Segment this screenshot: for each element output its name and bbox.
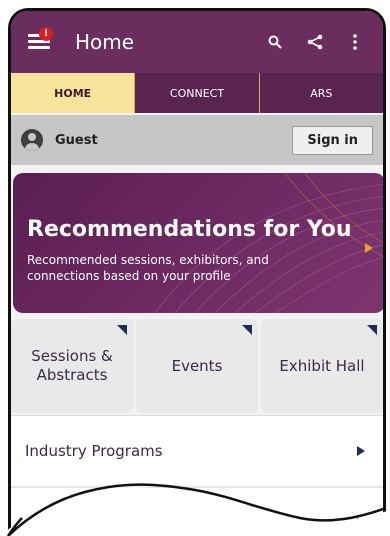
chevron-right-icon (365, 243, 373, 253)
sign-in-button[interactable]: Sign in (292, 125, 373, 155)
banner-subtitle: Recommended sessions, exhibitors, and co… (27, 253, 269, 283)
user-bar: Guest Sign in (11, 115, 383, 165)
tile-label: Exhibit Hall (279, 356, 365, 375)
list-item-summit[interactable]: mit (11, 487, 383, 536)
app-bar: ! Home (11, 11, 383, 73)
tile-events[interactable]: Events (136, 319, 258, 413)
top-tabs: HOME CONNECT ARS (11, 73, 383, 113)
tile-sessions-abstracts[interactable]: Sessions & Abstracts (11, 319, 133, 413)
tile-label: Sessions & Abstracts (31, 347, 113, 384)
list-item-label: mit (25, 514, 357, 532)
phone-frame: ! Home HOME CONNECT ARS Guest Sign in Re… (8, 8, 386, 536)
more-options-button[interactable] (335, 22, 375, 62)
tab-connect[interactable]: CONNECT (135, 73, 260, 113)
corner-marker-icon (242, 325, 252, 335)
chevron-right-icon (357, 445, 365, 456)
list-item-industry-programs[interactable]: Industry Programs (11, 415, 383, 485)
corner-marker-icon (367, 325, 377, 335)
tile-exhibit-hall[interactable]: Exhibit Hall (261, 319, 383, 413)
share-icon (307, 34, 323, 50)
share-button[interactable] (295, 22, 335, 62)
search-button[interactable] (255, 22, 295, 62)
decorative-swirl (154, 173, 383, 313)
tab-ars[interactable]: ARS (260, 73, 383, 113)
notification-badge: ! (39, 27, 53, 41)
page-title: Home (75, 30, 135, 54)
quick-tiles: Sessions & Abstracts Events Exhibit Hall (11, 319, 383, 413)
tab-home[interactable]: HOME (11, 73, 136, 113)
recommendations-banner[interactable]: Recommendations for You Recommended sess… (13, 173, 383, 313)
list-item-label: Industry Programs (25, 441, 163, 460)
chevron-right-icon (357, 517, 365, 528)
avatar (21, 129, 43, 151)
corner-marker-icon (117, 325, 127, 335)
banner-title: Recommendations for You (27, 217, 352, 242)
more-vert-icon (353, 34, 357, 50)
list-item-label-text: mit (265, 513, 290, 532)
tile-label: Events (171, 356, 223, 375)
search-icon (268, 35, 282, 49)
user-name: Guest (55, 132, 98, 148)
menu-button[interactable]: ! (11, 11, 67, 73)
